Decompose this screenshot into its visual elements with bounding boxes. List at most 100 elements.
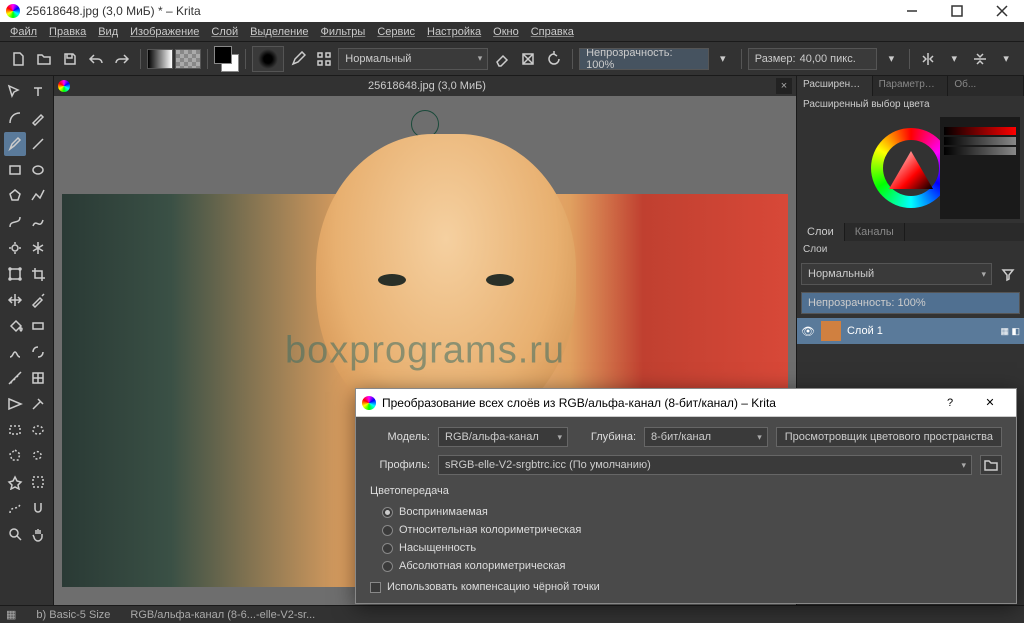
fill-tool-icon[interactable] [4,314,26,338]
open-profile-icon[interactable] [980,455,1002,475]
doc-tab-label[interactable]: 25618648.jpg (3,0 МиБ) [78,80,776,92]
ellipse-select-icon[interactable] [28,418,50,442]
polygon-tool-icon[interactable] [4,184,26,208]
size-arrow-icon[interactable]: ▾ [879,47,903,71]
blend-mode-combo[interactable]: Нормальный [338,48,488,70]
menu-view[interactable]: Вид [92,24,124,40]
smart-patch-icon[interactable] [28,392,50,416]
gradient-swatch[interactable] [147,49,173,69]
opacity-arrow-icon[interactable]: ▾ [711,47,735,71]
menu-edit[interactable]: Правка [43,24,92,40]
bezier-tool-icon[interactable] [4,210,26,234]
rect-select-icon[interactable] [4,418,26,442]
color-selector[interactable] [797,113,1024,223]
menu-select[interactable]: Выделение [244,24,314,40]
size-field[interactable]: Размер: 40,00 пикс. [748,48,878,70]
brush-tool-icon[interactable] [4,132,26,156]
maximize-button[interactable] [934,0,979,22]
wrap-icon[interactable] [968,47,992,71]
depth-combo[interactable]: 8-бит/канал [644,427,768,447]
radio-relative[interactable]: Относительная колориметрическая [370,521,1002,539]
menu-tools[interactable]: Сервис [371,24,421,40]
menu-help[interactable]: Справка [525,24,580,40]
deform-tool-icon[interactable] [28,340,50,364]
menu-window[interactable]: Окно [487,24,525,40]
ellipse-tool-icon[interactable] [28,158,50,182]
tab-layers[interactable]: Слои [797,223,845,241]
measure-tool-icon[interactable] [4,366,26,390]
open-file-icon[interactable] [32,47,56,71]
pan-tool-icon[interactable] [28,522,50,546]
save-file-icon[interactable] [58,47,82,71]
grid-icon[interactable]: ▦ [6,608,16,621]
multibrush-icon[interactable] [28,236,50,260]
text-tool-icon[interactable] [28,80,50,104]
polyline-tool-icon[interactable] [28,184,50,208]
undo-icon[interactable] [84,47,108,71]
brush-editor-icon[interactable] [286,47,310,71]
ref-tool-icon[interactable] [4,392,26,416]
contiguous-select-icon[interactable] [4,470,26,494]
dialog-titlebar[interactable]: Преобразование всех слоёв из RGB/альфа-к… [356,389,1016,417]
poly-select-icon[interactable] [4,444,26,468]
minimize-button[interactable] [889,0,934,22]
colorspace-browser-button[interactable]: Просмотровщик цветового пространства [776,427,1002,447]
menu-filters[interactable]: Фильтры [314,24,371,40]
radio-absolute[interactable]: Абсолютная колориметрическая [370,557,1002,575]
close-button[interactable] [979,0,1024,22]
menu-settings[interactable]: Настройка [421,24,487,40]
help-button[interactable]: ? [930,389,970,417]
menu-file[interactable]: Файл [4,24,43,40]
alpha-lock-icon[interactable] [516,47,540,71]
mirror-v-icon[interactable]: ▾ [942,47,966,71]
shape-edit-tool-icon[interactable] [4,106,26,130]
doc-tab-close-icon[interactable]: × [776,78,792,94]
reload-preset-icon[interactable] [542,47,566,71]
redo-icon[interactable] [110,47,134,71]
similar-select-icon[interactable] [28,470,50,494]
dock-tab-toolopts[interactable]: Параметры ин... [873,76,949,96]
zoom-tool-icon[interactable] [4,522,26,546]
move-tool-icon[interactable] [4,80,26,104]
color-history[interactable] [940,117,1020,219]
layer-name[interactable]: Слой 1 [847,325,883,337]
radio-perceptual[interactable]: Воспринимаемая [370,503,1002,521]
magnetic-select-icon[interactable] [28,496,50,520]
opacity-slider[interactable]: Непрозрачность: 100% [579,48,709,70]
bezier-select-icon[interactable] [4,496,26,520]
dock-tab-color[interactable]: Расширенный в... [797,76,873,96]
line-tool-icon[interactable] [28,132,50,156]
layer-opacity-slider[interactable]: Непрозрачность: 100% [801,292,1020,314]
radio-saturation[interactable]: Насыщенность [370,539,1002,557]
dynamic-brush-icon[interactable] [4,236,26,260]
assistant-tool-icon[interactable] [28,366,50,390]
dock-tab-overview[interactable]: Об... [948,76,1024,96]
layer-blend-combo[interactable]: Нормальный [801,263,992,285]
layer-row[interactable]: 👁 Слой 1 ▦ ◧ [797,318,1024,344]
calligraphy-tool-icon[interactable] [28,106,50,130]
profile-combo[interactable]: sRGB-elle-V2-srgbtrc.icc (По умолчанию) [438,455,972,475]
color-swatch[interactable] [214,46,240,72]
crop-tool-icon[interactable] [28,262,50,286]
move-layer-tool-icon[interactable] [4,288,26,312]
pattern-tool-icon[interactable] [4,340,26,364]
brush-preview[interactable] [252,46,284,72]
menu-layer[interactable]: Слой [205,24,244,40]
lasso-select-icon[interactable] [28,444,50,468]
gradient-tool-icon[interactable] [28,314,50,338]
rect-tool-icon[interactable] [4,158,26,182]
brush-grid-icon[interactable] [312,47,336,71]
layer-props-icon[interactable]: ▦ ◧ [1000,326,1020,337]
wrap-arrow-icon[interactable]: ▾ [994,47,1018,71]
eraser-mode-icon[interactable] [490,47,514,71]
tab-channels[interactable]: Каналы [845,223,905,241]
visibility-icon[interactable]: 👁 [801,325,815,338]
mirror-h-icon[interactable] [916,47,940,71]
freehand-tool-icon[interactable] [28,210,50,234]
dialog-close-button[interactable]: ✕ [970,389,1010,417]
transform-tool-icon[interactable] [4,262,26,286]
color-picker-tool-icon[interactable] [28,288,50,312]
new-file-icon[interactable] [6,47,30,71]
pattern-swatch[interactable] [175,49,201,69]
filter-icon[interactable] [996,262,1020,286]
